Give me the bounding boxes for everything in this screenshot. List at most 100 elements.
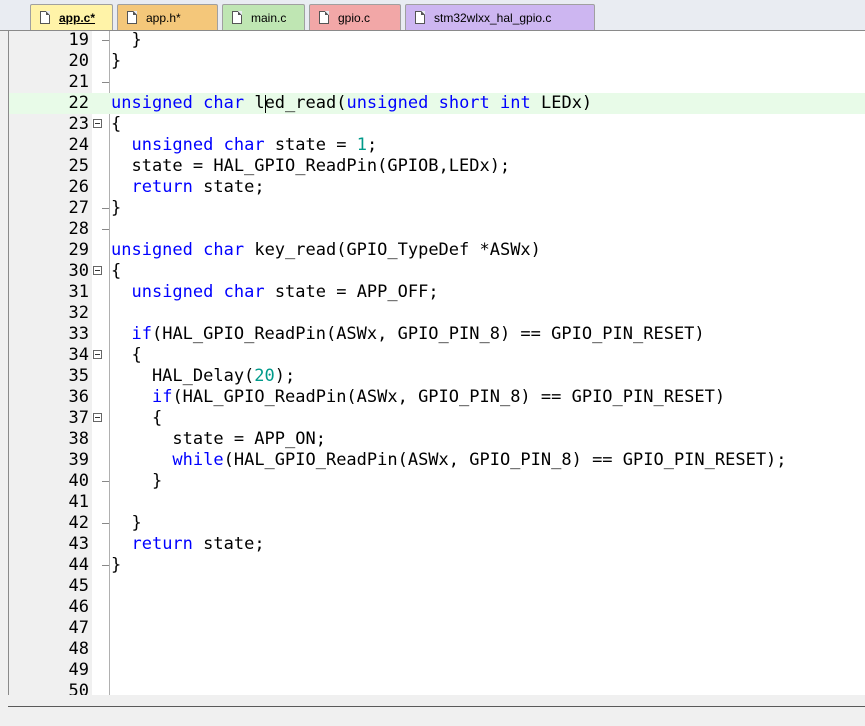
- line-number: 37: [68, 408, 89, 428]
- code-line[interactable]: 27}: [9, 198, 865, 219]
- line-number: 39: [68, 450, 89, 470]
- line-number: 19: [68, 31, 89, 50]
- code-line[interactable]: 47: [9, 618, 865, 639]
- file-icon: [232, 11, 242, 24]
- collapse-fold-icon[interactable]: [93, 266, 102, 275]
- code-line[interactable]: 36 if(HAL_GPIO_ReadPin(ASWx, GPIO_PIN_8)…: [9, 387, 865, 408]
- code-line[interactable]: 49: [9, 660, 865, 681]
- code-line[interactable]: 35 HAL_Delay(20);: [9, 366, 865, 387]
- file-icon: [415, 11, 425, 24]
- scrollbar-track[interactable]: [8, 706, 865, 707]
- tab-app-h[interactable]: app.h*: [117, 4, 218, 30]
- tab-label: app.h*: [146, 10, 181, 25]
- line-number: 43: [68, 534, 89, 554]
- code-line[interactable]: 50: [9, 681, 865, 695]
- code-text: return state;: [131, 177, 265, 197]
- file-icon: [127, 11, 137, 24]
- code-line[interactable]: 45: [9, 576, 865, 597]
- file-icon: [40, 11, 50, 24]
- code-line[interactable]: 38 state = APP_ON;: [9, 429, 865, 450]
- code-text: }: [111, 31, 142, 50]
- code-line[interactable]: 29 unsigned char key_read(GPIO_TypeDef *A…: [9, 240, 865, 261]
- code-text: }: [111, 513, 142, 533]
- line-number: 47: [68, 618, 89, 638]
- code-text: unsigned char led_read(unsigned short in…: [111, 93, 593, 113]
- line-number: 29: [68, 240, 89, 260]
- line-number: 45: [68, 576, 89, 596]
- code-text: if(HAL_GPIO_ReadPin(ASWx, GPIO_PIN_8) ==…: [131, 324, 705, 344]
- code-line[interactable]: 23 {: [9, 114, 865, 135]
- collapse-fold-icon[interactable]: [93, 413, 102, 422]
- line-number: 32: [68, 303, 89, 323]
- code-text: unsigned char state = 1;: [131, 135, 378, 155]
- line-number: 26: [68, 177, 89, 197]
- code-line[interactable]: 25 state = HAL_GPIO_ReadPin(GPIOB,LEDx);: [9, 156, 865, 177]
- line-number: 38: [68, 429, 89, 449]
- line-number: 42: [68, 513, 89, 533]
- tab-stm32wlxx-hal-gpio-c[interactable]: stm32wlxx_hal_gpio.c: [405, 4, 595, 30]
- code-line[interactable]: 22 unsigned char led_read(unsigned short …: [9, 93, 865, 114]
- code-text: unsigned char state = APP_OFF;: [131, 282, 439, 302]
- line-number: 23: [68, 114, 89, 134]
- tab-main-c[interactable]: main.c: [222, 4, 305, 30]
- code-line[interactable]: 33 if(HAL_GPIO_ReadPin(ASWx, GPIO_PIN_8)…: [9, 324, 865, 345]
- code-text: }: [111, 555, 122, 575]
- code-text: if(HAL_GPIO_ReadPin(ASWx, GPIO_PIN_8) ==…: [151, 387, 726, 407]
- line-number: 48: [68, 639, 89, 659]
- code-line[interactable]: 37 {: [9, 408, 865, 429]
- tab-gpio-c[interactable]: gpio.c: [309, 4, 401, 30]
- code-line[interactable]: 28: [9, 219, 865, 240]
- line-number: 49: [68, 660, 89, 680]
- line-number: 34: [68, 345, 89, 365]
- code-text: while(HAL_GPIO_ReadPin(ASWx, GPIO_PIN_8)…: [172, 450, 787, 470]
- collapse-fold-icon[interactable]: [93, 119, 102, 128]
- code-line[interactable]: 19 }: [9, 31, 865, 51]
- code-line[interactable]: 42 }: [9, 513, 865, 534]
- line-number: 30: [68, 261, 89, 281]
- code-line[interactable]: 40 }: [9, 471, 865, 492]
- code-editor[interactable]: 19 } 20} 21 22 unsigned char led_read(unsign…: [8, 31, 865, 695]
- code-text: HAL_Delay(20);: [111, 366, 296, 386]
- code-line[interactable]: 39 while(HAL_GPIO_ReadPin(ASWx, GPIO_PIN…: [9, 450, 865, 471]
- line-number: 24: [68, 135, 89, 155]
- code-text: {: [111, 114, 122, 134]
- code-line[interactable]: 34 {: [9, 345, 865, 366]
- collapse-fold-icon[interactable]: [93, 350, 102, 359]
- line-number: 44: [68, 555, 89, 575]
- line-number: 46: [68, 597, 89, 617]
- code-line[interactable]: 26 return state;: [9, 177, 865, 198]
- tab-bar: app.c* app.h* main.c gpio.c stm32wlxx_hal_gp…: [0, 0, 865, 31]
- code-line[interactable]: 48: [9, 639, 865, 660]
- line-number: 20: [68, 51, 89, 71]
- code-line[interactable]: 43 return state;: [9, 534, 865, 555]
- line-number: 50: [68, 681, 89, 695]
- fold-end-marker-icon: [102, 82, 109, 83]
- code-line[interactable]: 46: [9, 597, 865, 618]
- horizontal-scrollbar[interactable]: [0, 695, 865, 726]
- line-number: 31: [68, 282, 89, 302]
- code-text: state = APP_ON;: [111, 429, 326, 449]
- line-number: 41: [68, 492, 89, 512]
- code-text: unsigned char key_read(GPIO_TypeDef *ASW…: [111, 240, 541, 260]
- code-line[interactable]: 24 unsigned char state = 1;: [9, 135, 865, 156]
- code-line[interactable]: 31 unsigned char state = APP_OFF;: [9, 282, 865, 303]
- tab-label: app.c*: [59, 10, 96, 25]
- line-number: 28: [68, 219, 89, 239]
- code-line[interactable]: 20}: [9, 51, 865, 72]
- fold-end-marker-icon: [102, 481, 109, 482]
- fold-end-marker-icon: [102, 229, 109, 230]
- tab-label: gpio.c: [338, 10, 371, 25]
- line-number: 35: [68, 366, 89, 386]
- line-number: 40: [68, 471, 89, 491]
- code-line[interactable]: 32: [9, 303, 865, 324]
- code-text: {: [111, 261, 122, 281]
- code-line[interactable]: 44}: [9, 555, 865, 576]
- tab-app-c[interactable]: app.c*: [30, 4, 113, 30]
- line-number: 27: [68, 198, 89, 218]
- fold-end-marker-icon: [102, 523, 109, 524]
- code-line[interactable]: 21: [9, 72, 865, 93]
- code-line[interactable]: 30 {: [9, 261, 865, 282]
- code-line[interactable]: 41: [9, 492, 865, 513]
- code-text: }: [111, 51, 122, 71]
- code-text: state = HAL_GPIO_ReadPin(GPIOB,LEDx);: [111, 156, 511, 176]
